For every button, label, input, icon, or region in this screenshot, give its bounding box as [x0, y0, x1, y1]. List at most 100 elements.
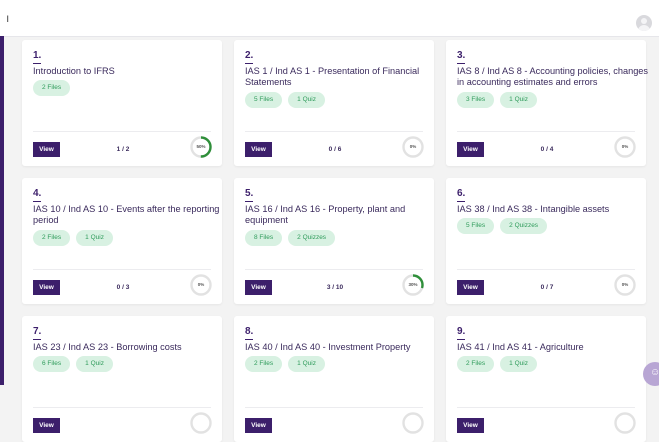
view-button[interactable]: View — [33, 142, 60, 157]
module-card[interactable]: 2. IAS 1 / Ind AS 1 - Presentation of Fin… — [234, 40, 434, 166]
module-number: 2. — [245, 50, 254, 64]
module-title[interactable]: IAS 23 / Ind AS 23 - Borrowing costs — [33, 342, 228, 353]
progress-ring: 0% — [614, 136, 636, 158]
module-card[interactable]: 4. IAS 10 / Ind AS 10 - Events after the … — [22, 178, 222, 304]
module-footer: View 0 / 7 0% — [457, 269, 636, 298]
user-avatar-icon[interactable] — [636, 15, 652, 31]
completion-count: 1 / 2 — [116, 146, 130, 153]
module-chips: 2 Files 1 Quiz — [33, 230, 113, 246]
progress-ring — [190, 412, 212, 434]
progress-ring: 0% — [190, 274, 212, 296]
files-chip[interactable]: 2 Files — [33, 80, 71, 96]
progress-percent: 50% — [196, 144, 206, 149]
progress-percent: 0% — [621, 144, 629, 149]
progress-percent: 0% — [621, 282, 629, 287]
view-button[interactable]: View — [33, 418, 60, 433]
progress-ring — [614, 412, 636, 434]
view-button[interactable]: View — [245, 280, 272, 295]
progress-percent — [402, 412, 424, 434]
module-number: 5. — [245, 188, 254, 202]
module-title[interactable]: IAS 38 / Ind AS 38 - Intangible assets — [457, 204, 652, 215]
files-chip[interactable]: 5 Files — [457, 218, 495, 234]
module-number: 6. — [457, 188, 466, 202]
top-bar: ı — [0, 0, 659, 37]
files-chip[interactable]: 3 Files — [457, 92, 495, 108]
module-number: 4. — [33, 188, 42, 202]
files-chip[interactable]: 2 Files — [33, 230, 71, 246]
progress-ring: 50% — [190, 136, 212, 158]
progress-ring: 0% — [402, 136, 424, 158]
quiz-chip[interactable]: 1 Quiz — [76, 356, 113, 372]
progress-ring: 0% — [614, 274, 636, 296]
module-chips: 5 Files 2 Quizzes — [457, 218, 548, 234]
module-footer: View 1 / 2 50% — [33, 131, 212, 160]
completion-count: 0 / 4 — [540, 146, 554, 153]
files-chip[interactable]: 2 Files — [457, 356, 495, 372]
view-button[interactable]: View — [245, 142, 272, 157]
completion-count: 0 / 7 — [540, 284, 554, 291]
module-title[interactable]: Introduction to IFRS — [33, 66, 228, 77]
top-bar-mark: ı — [6, 11, 10, 25]
module-number: 7. — [33, 326, 42, 340]
module-footer: View — [245, 407, 424, 436]
files-chip[interactable]: 6 Files — [33, 356, 71, 372]
progress-percent: 0% — [409, 144, 417, 149]
module-card[interactable]: 6. IAS 38 / Ind AS 38 - Intangible assets… — [446, 178, 646, 304]
module-title[interactable]: IAS 10 / Ind AS 10 - Events after the re… — [33, 204, 228, 226]
module-grid: 1. Introduction to IFRS 2 Files View 1 / 2 50… — [22, 40, 656, 442]
module-footer: View 3 / 10 30% — [245, 269, 424, 298]
module-number: 8. — [245, 326, 254, 340]
module-card[interactable]: 3. IAS 8 / Ind AS 8 - Accounting policies… — [446, 40, 648, 166]
view-button[interactable]: View — [33, 280, 60, 295]
module-title[interactable]: IAS 1 / Ind AS 1 - Presentation of Finan… — [245, 66, 440, 88]
view-button[interactable]: View — [457, 142, 484, 157]
module-chips: 6 Files 1 Quiz — [33, 356, 113, 372]
progress-percent: 30% — [408, 282, 418, 287]
quiz-chip[interactable]: 1 Quiz — [288, 356, 325, 372]
completion-count: 0 / 6 — [328, 146, 342, 153]
quiz-chip[interactable]: 1 Quiz — [76, 230, 113, 246]
module-footer: View 0 / 4 0% — [457, 131, 636, 160]
module-card[interactable]: 7. IAS 23 / Ind AS 23 - Borrowing costs 6 … — [22, 316, 222, 442]
progress-ring — [402, 412, 424, 434]
progress-percent — [614, 412, 636, 434]
quiz-chip[interactable]: 2 Quizzes — [500, 218, 548, 234]
progress-percent — [190, 412, 212, 434]
progress-ring: 30% — [402, 274, 424, 296]
module-chips: 2 Files — [33, 80, 71, 96]
quiz-chip[interactable]: 1 Quiz — [500, 356, 537, 372]
view-button[interactable]: View — [245, 418, 272, 433]
module-chips: 2 Files 1 Quiz — [245, 356, 325, 372]
sidebar-edge — [0, 36, 4, 385]
module-card[interactable]: 9. IAS 41 / Ind AS 41 - Agriculture 2 File… — [446, 316, 646, 442]
view-button[interactable]: View — [457, 418, 484, 433]
files-chip[interactable]: 5 Files — [245, 92, 283, 108]
module-chips: 3 Files 1 Quiz — [457, 92, 537, 108]
module-chips: 2 Files 1 Quiz — [457, 356, 537, 372]
module-title[interactable]: IAS 16 / Ind AS 16 - Property, plant and… — [245, 204, 440, 226]
module-card[interactable]: 5. IAS 16 / Ind AS 16 - Property, plant a… — [234, 178, 434, 304]
files-chip[interactable]: 2 Files — [245, 356, 283, 372]
module-card[interactable]: 1. Introduction to IFRS 2 Files View 1 / 2 50… — [22, 40, 222, 166]
completion-count: 3 / 10 — [326, 284, 344, 291]
module-number: 9. — [457, 326, 466, 340]
module-title[interactable]: IAS 8 / Ind AS 8 - Accounting policies, … — [457, 66, 652, 88]
view-button[interactable]: View — [457, 280, 484, 295]
quiz-chip[interactable]: 2 Quizzes — [288, 230, 336, 246]
progress-percent: 0% — [197, 282, 205, 287]
quiz-chip[interactable]: 1 Quiz — [500, 92, 537, 108]
module-title[interactable]: IAS 41 / Ind AS 41 - Agriculture — [457, 342, 652, 353]
files-chip[interactable]: 8 Files — [245, 230, 283, 246]
chat-icon: ☺ — [650, 367, 659, 378]
module-chips: 5 Files 1 Quiz — [245, 92, 325, 108]
module-number: 3. — [457, 50, 466, 64]
module-footer: View 0 / 6 0% — [245, 131, 424, 160]
module-footer: View 0 / 3 0% — [33, 269, 212, 298]
module-card[interactable]: 8. IAS 40 / Ind AS 40 - Investment Proper… — [234, 316, 434, 442]
completion-count: 0 / 3 — [116, 284, 130, 291]
quiz-chip[interactable]: 1 Quiz — [288, 92, 325, 108]
module-chips: 8 Files 2 Quizzes — [245, 230, 336, 246]
module-footer: View — [457, 407, 636, 436]
module-title[interactable]: IAS 40 / Ind AS 40 - Investment Property — [245, 342, 440, 353]
module-number: 1. — [33, 50, 42, 64]
